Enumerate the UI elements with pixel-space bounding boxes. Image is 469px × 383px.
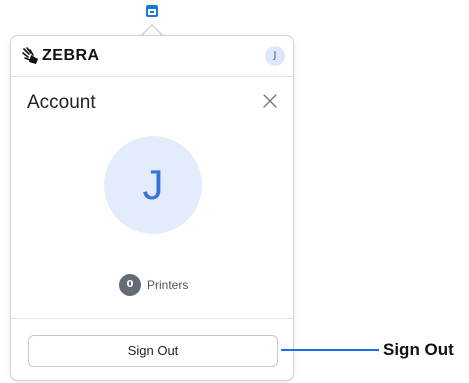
printer-count-label: Printers [147,278,189,292]
zebra-head-logo [22,47,38,64]
account-popover: ZEBRA J Account J 0 Printers Sign Out [10,35,294,381]
footer-divider [11,318,293,319]
page-title: Account [27,92,96,113]
printer-count-badge: 0 [119,274,141,296]
popover-header: ZEBRA J [11,36,293,77]
close-icon[interactable] [260,91,280,111]
brand-name: ZEBRA [42,47,100,64]
callout-label: Sign Out [383,340,454,359]
callout-line [281,349,379,351]
printer-app-icon[interactable] [146,5,158,17]
sign-out-button[interactable]: Sign Out [28,335,278,367]
user-avatar: J [104,136,202,234]
user-avatar-button[interactable]: J [265,46,285,66]
